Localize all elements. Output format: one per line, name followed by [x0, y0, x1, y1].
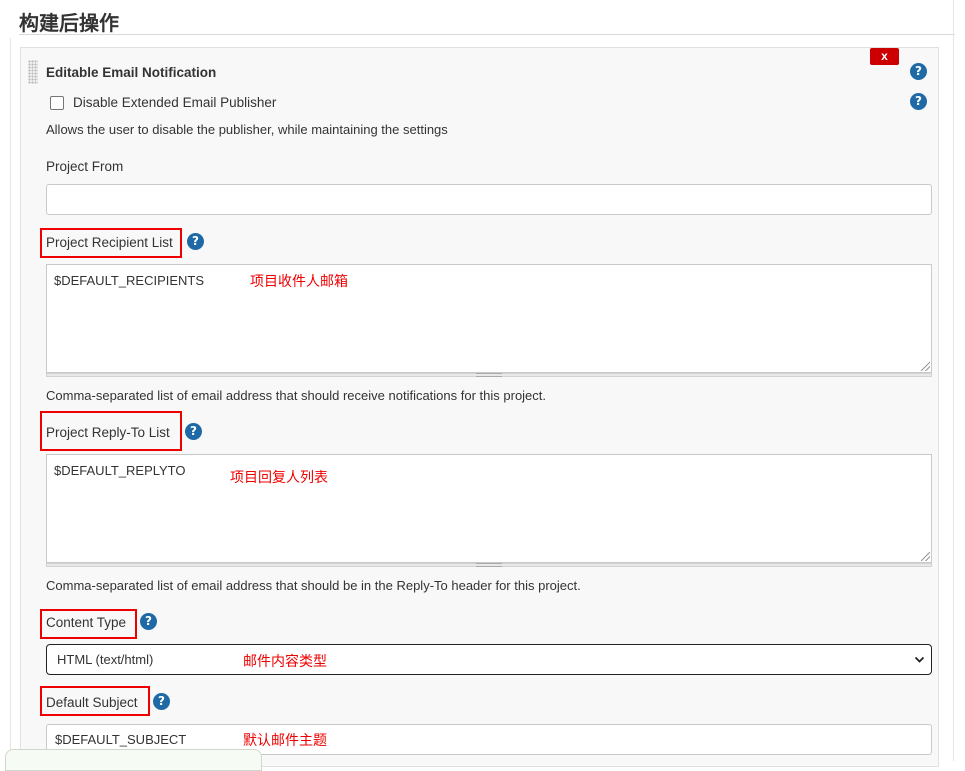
disable-publisher-description: Allows the user to disable the publisher…: [46, 122, 448, 137]
project-from-label: Project From: [46, 159, 124, 174]
section-title: 构建后操作: [19, 11, 119, 35]
content-type-select[interactable]: HTML (text/html): [46, 644, 932, 675]
content-type-annotation: 邮件内容类型: [243, 654, 327, 670]
recipient-list-description: Comma-separated list of email address th…: [46, 388, 547, 403]
project-from-input[interactable]: [46, 184, 932, 215]
content-type-value: HTML (text/html): [57, 652, 154, 667]
plugin-title: Editable Email Notification: [46, 65, 217, 80]
page-scroll-edge: [953, 0, 954, 761]
chevron-down-icon: [914, 645, 925, 686]
section-divider: [19, 34, 955, 35]
resize-handle-icon[interactable]: [921, 552, 930, 561]
drag-handle[interactable]: [28, 60, 38, 84]
reply-to-annotation: 项目回复人列表: [230, 470, 328, 486]
help-icon[interactable]: ?: [153, 693, 170, 710]
help-icon[interactable]: ?: [187, 233, 204, 250]
default-subject-annotation: 默认邮件主题: [243, 733, 327, 749]
grip-icon: [476, 373, 502, 377]
help-icon[interactable]: ?: [910, 63, 927, 80]
reply-to-label: Project Reply-To List: [46, 425, 170, 440]
outer-frame-line: [10, 38, 11, 758]
default-subject-label: Default Subject: [46, 695, 138, 710]
grip-icon: [476, 563, 502, 567]
help-icon[interactable]: ?: [910, 93, 927, 110]
reply-to-textarea[interactable]: $DEFAULT_REPLYTO: [46, 454, 932, 563]
resize-handle-icon[interactable]: [921, 362, 930, 371]
bottom-popup-edge: [5, 749, 262, 771]
disable-publisher-label: Disable Extended Email Publisher: [73, 95, 277, 110]
help-icon[interactable]: ?: [185, 423, 202, 440]
disable-publisher-checkbox[interactable]: [50, 96, 64, 110]
recipient-list-label: Project Recipient List: [46, 235, 173, 250]
recipient-list-textarea[interactable]: $DEFAULT_RECIPIENTS: [46, 264, 932, 373]
content-type-label: Content Type: [46, 615, 127, 630]
help-icon[interactable]: ?: [140, 613, 157, 630]
recipient-annotation: 项目收件人邮箱: [250, 274, 348, 290]
delete-step-button[interactable]: x: [870, 48, 899, 65]
reply-to-description: Comma-separated list of email address th…: [46, 578, 581, 593]
